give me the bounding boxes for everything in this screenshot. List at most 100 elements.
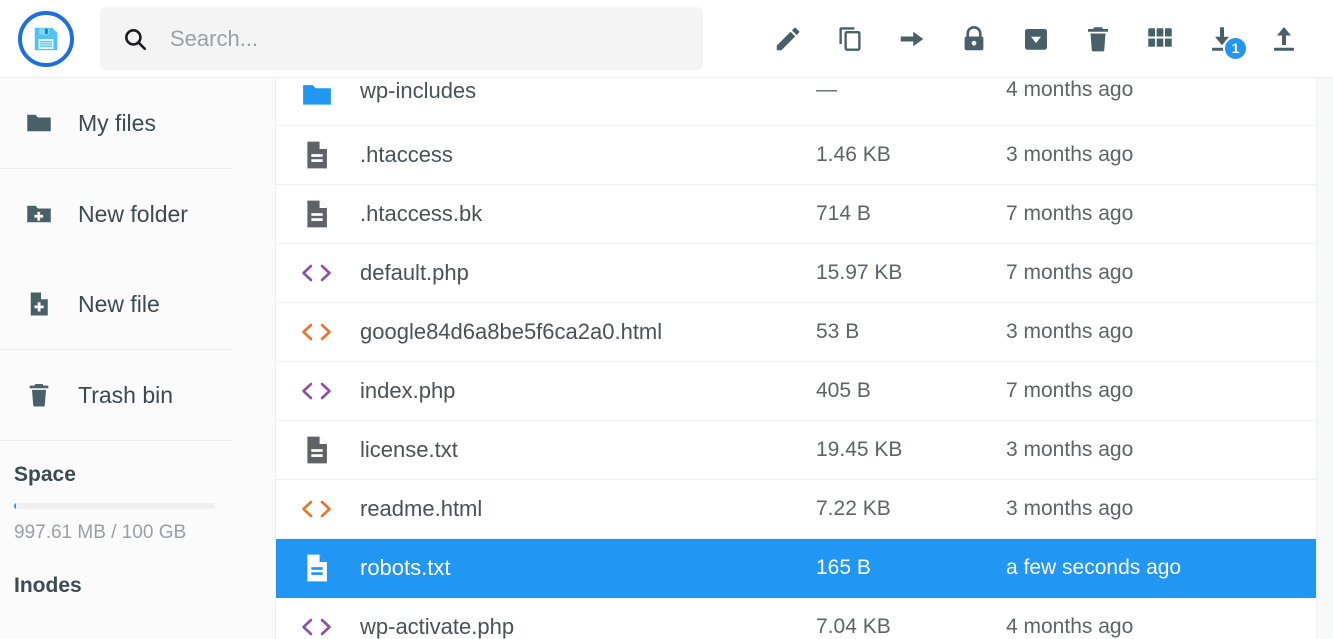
- sidebar-item-label: New file: [78, 290, 160, 317]
- app-header: 1: [0, 0, 1333, 78]
- file-list: wp-includes — 4 months ago .htaccess 1.46 KB…: [276, 78, 1316, 639]
- sidebar: My files New folder New file Trash bin S…: [0, 78, 276, 639]
- folder-plus-icon: [22, 197, 56, 231]
- file-size: 714 B: [816, 202, 871, 225]
- file-row[interactable]: .htaccess 1.46 KB 3 months ago: [276, 126, 1316, 185]
- folder-icon: [22, 106, 56, 140]
- file-size: 53 B: [816, 320, 860, 343]
- lock-icon: [964, 25, 984, 50]
- file-row[interactable]: wp-includes — 4 months ago: [276, 78, 1316, 126]
- file-row[interactable]: google84d6a8be5f6ca2a0.html 53 B 3 months …: [276, 303, 1316, 362]
- sidebar-item-label: New folder: [78, 200, 188, 227]
- inodes-title: Inodes: [14, 574, 82, 597]
- copy-icon: [839, 26, 861, 51]
- file-row[interactable]: readme.html 7.22 KB 3 months ago: [276, 480, 1316, 539]
- file-size: 7.22 KB: [816, 497, 891, 520]
- space-usage-section: Space 997.61 MB / 100 GB: [0, 441, 275, 544]
- file-name: .htaccess: [360, 142, 453, 167]
- file-plus-icon: [22, 287, 56, 321]
- file-modified-date: 3 months ago: [1006, 497, 1134, 520]
- file-name: .htaccess.bk: [360, 201, 483, 226]
- download-button[interactable]: 1: [1191, 11, 1253, 67]
- space-usage-bar: [14, 503, 215, 509]
- file-modified-date: 4 months ago: [1006, 78, 1134, 101]
- file-type-icon: [298, 494, 336, 524]
- file-size: 165 B: [816, 556, 871, 579]
- sidebar-item-label: Trash bin: [78, 381, 174, 408]
- file-row[interactable]: default.php 15.97 KB 7 months ago: [276, 244, 1316, 303]
- code-icon: [302, 500, 331, 518]
- content-area: wp-includes — 4 months ago .htaccess 1.46 KB…: [276, 78, 1333, 639]
- file-name: index.php: [360, 378, 456, 403]
- search-bar[interactable]: [100, 7, 703, 70]
- file-row[interactable]: .htaccess.bk 714 B 7 months ago: [276, 185, 1316, 244]
- file-size: 15.97 KB: [816, 261, 903, 284]
- file-type-icon: [298, 433, 336, 467]
- archive-button[interactable]: [1005, 11, 1067, 67]
- file-row[interactable]: index.php 405 B 7 months ago: [276, 362, 1316, 421]
- file-modified-date: 3 months ago: [1006, 143, 1134, 166]
- vertical-scrollbar[interactable]: [1316, 78, 1333, 639]
- file-modified-date: 4 months ago: [1006, 615, 1134, 638]
- file-type-icon: [298, 376, 336, 406]
- file-name: license.txt: [360, 437, 458, 462]
- rename-button[interactable]: [757, 11, 819, 67]
- file-name: google84d6a8be5f6ca2a0.html: [360, 319, 663, 344]
- file-size: 7.04 KB: [816, 615, 891, 638]
- file-name: robots.txt: [360, 555, 451, 580]
- pencil-icon: [776, 27, 800, 50]
- file-type-icon: [298, 317, 336, 347]
- file-type-icon: [298, 197, 336, 231]
- file-type-icon: [298, 612, 336, 639]
- document-icon: [307, 141, 327, 169]
- file-type-icon: [298, 258, 336, 288]
- file-modified-date: 3 months ago: [1006, 320, 1134, 343]
- archive-down-icon: [1025, 28, 1047, 50]
- move-button[interactable]: [881, 11, 943, 67]
- file-row[interactable]: wp-activate.php 7.04 KB 4 months ago: [276, 598, 1316, 639]
- code-icon: [302, 618, 331, 636]
- file-modified-date: 7 months ago: [1006, 379, 1134, 402]
- file-name: readme.html: [360, 496, 483, 521]
- sidebar-item-new-file[interactable]: New file: [0, 259, 275, 349]
- sidebar-item-label: My files: [78, 109, 156, 136]
- delete-button[interactable]: [1067, 11, 1129, 67]
- upload-button[interactable]: [1253, 11, 1315, 67]
- file-size: —: [816, 78, 837, 101]
- sidebar-item-trash-bin[interactable]: Trash bin: [0, 350, 275, 440]
- file-row[interactable]: license.txt 19.45 KB 3 months ago: [276, 421, 1316, 480]
- file-type-icon: [298, 78, 336, 112]
- copy-button[interactable]: [819, 11, 881, 67]
- grid-icon: [1148, 27, 1172, 47]
- folder-icon: [303, 85, 331, 105]
- document-icon: [307, 436, 327, 464]
- file-modified-date: a few seconds ago: [1006, 556, 1182, 579]
- permissions-button[interactable]: [943, 11, 1005, 67]
- header-toolbar: 1: [757, 11, 1315, 67]
- file-name: default.php: [360, 260, 469, 285]
- grid-view-button[interactable]: [1129, 11, 1191, 67]
- document-icon: [307, 200, 327, 228]
- code-icon: [302, 382, 331, 400]
- search-icon: [125, 28, 147, 50]
- file-name: wp-activate.php: [360, 614, 515, 639]
- sidebar-item-new-folder[interactable]: New folder: [0, 169, 275, 259]
- arrow-right-icon: [900, 31, 924, 46]
- file-modified-date: 7 months ago: [1006, 261, 1134, 284]
- space-usage-label: 997.61 MB / 100 GB: [14, 522, 187, 543]
- code-icon: [302, 264, 331, 282]
- file-type-icon: [298, 138, 336, 172]
- download-count-badge: 1: [1223, 35, 1248, 61]
- sidebar-item-my-files[interactable]: My files: [0, 78, 275, 168]
- file-name: wp-includes: [360, 78, 477, 103]
- space-title: Space: [14, 463, 76, 486]
- app-logo[interactable]: [18, 10, 74, 67]
- file-size: 405 B: [816, 379, 871, 402]
- trash-icon: [1088, 26, 1108, 51]
- file-row[interactable]: robots.txt 165 B a few seconds ago: [276, 539, 1316, 598]
- app-body: My files New folder New file Trash bin S…: [0, 78, 1333, 639]
- search-input[interactable]: [170, 25, 681, 52]
- code-icon: [302, 323, 331, 341]
- file-modified-date: 3 months ago: [1006, 438, 1134, 461]
- file-type-icon: [298, 551, 336, 585]
